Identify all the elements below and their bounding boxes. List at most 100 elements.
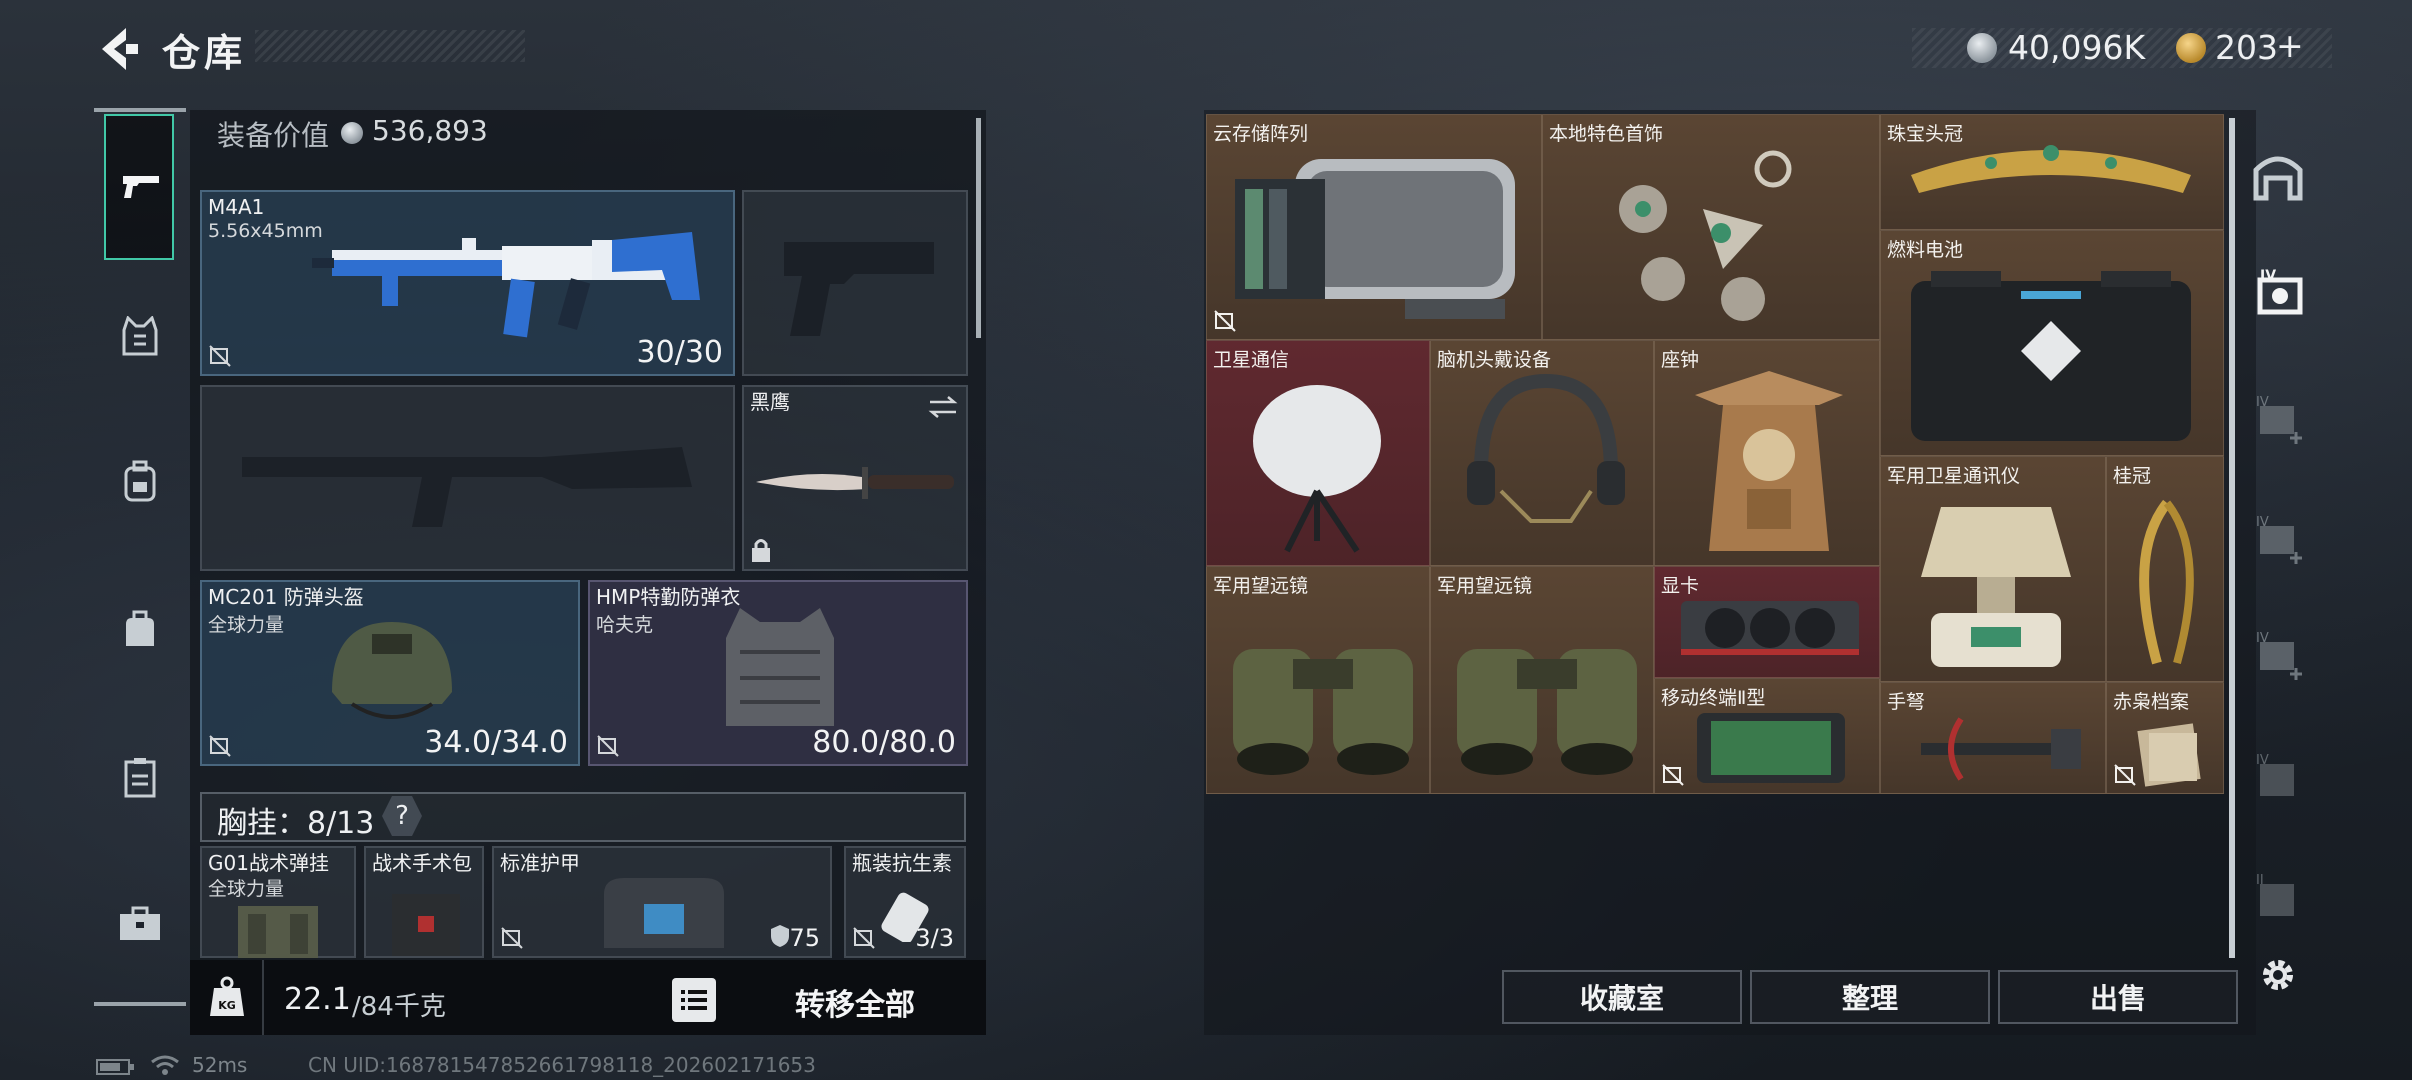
locked-stash-icon[interactable]: IV [2250, 750, 2306, 806]
item-name: 赤枭档案 [2113, 691, 2190, 713]
transfer-all-button[interactable]: 转移全部 [795, 980, 915, 1024]
stash-item[interactable]: 云存储阵列 [1206, 114, 1542, 340]
graphics-card-image [1681, 601, 1859, 655]
archive-documents-image [2137, 723, 2201, 787]
weight-divider [262, 960, 264, 1035]
item-name: 桂冠 [2113, 465, 2152, 487]
locker-icon[interactable] [122, 756, 158, 798]
stash-item[interactable]: 军用望远镜 [1430, 566, 1654, 794]
rig-item-brand: 全球力量 [208, 878, 285, 900]
fuel-cell-image [1911, 271, 2191, 441]
stash-item[interactable]: 珠宝头冠 [1880, 114, 2224, 230]
sort-button[interactable]: 整理 [1750, 970, 1990, 1024]
stash-scrollbar[interactable] [2229, 118, 2235, 958]
add-stash-icon[interactable]: IV [2250, 392, 2306, 448]
rig-item-name: 瓶装抗生素 [852, 851, 952, 875]
helmet-name: MC201 防弹头盔 [208, 585, 364, 609]
add-stash-icon[interactable]: IV [2250, 512, 2306, 568]
stash-item[interactable]: 手弩 [1880, 682, 2106, 794]
bag-icon[interactable] [120, 610, 160, 650]
armor-slot[interactable]: HMP特勤防弹衣 哈夫克 80.0/80.0 [588, 580, 968, 766]
rig-item-slot[interactable]: G01战术弹挂 全球力量 [200, 846, 356, 958]
item-name: 手弩 [1887, 691, 1926, 713]
rig-item-name: 标准护甲 [500, 851, 580, 875]
add-stash-icon[interactable]: IV [2250, 628, 2306, 684]
item-name: 显卡 [1661, 575, 1700, 597]
max-weight: /84千克 [352, 992, 446, 1022]
stash-item[interactable]: 显卡 [1654, 566, 1880, 678]
stash-item[interactable]: 移动终端Ⅱ型 [1654, 678, 1880, 794]
stash-item[interactable]: 军用望远镜 [1206, 566, 1430, 794]
stash-tier-4-icon[interactable]: IV [2250, 266, 2306, 322]
no-trade-icon [209, 345, 231, 367]
rig-item-name: 战术手术包 [372, 851, 472, 875]
svg-text:IV: IV [2260, 268, 2276, 284]
helmet-image [332, 622, 452, 719]
rig-item-slot[interactable]: 标准护甲 75 [492, 846, 832, 958]
rail-item-weapons[interactable] [104, 114, 174, 260]
collection-room-button[interactable]: 收藏室 [1502, 970, 1742, 1024]
rig-item-slot[interactable]: 瓶装抗生素 3/3 [844, 846, 966, 958]
add-currency-button[interactable]: + [2276, 26, 2304, 65]
rig-item-slot[interactable]: 战术手术包 [364, 846, 484, 958]
sell-button[interactable]: 出售 [1998, 970, 2238, 1024]
item-name: 军用望远镜 [1437, 575, 1533, 597]
stash-item[interactable]: 脑机头戴设备 [1430, 340, 1654, 566]
stash-item[interactable]: 本地特色首饰 [1542, 114, 1880, 340]
laurel-crown-image [2139, 499, 2194, 665]
no-trade-icon [597, 735, 619, 757]
vest-icon[interactable] [120, 316, 160, 358]
list-icon [681, 990, 707, 1010]
helmet-durability: 34.0/34.0 [424, 725, 568, 760]
stash-grid: 云存储阵列 本地特色首饰 珠宝头冠 燃料电池 卫星通信 脑机头戴设备 座钟 军用… [1206, 114, 2224, 794]
item-name: 本地特色首饰 [1549, 123, 1664, 145]
silver-coin-icon [341, 122, 363, 144]
back-arrow-icon[interactable] [96, 24, 140, 74]
gear-icon[interactable] [2258, 955, 2298, 995]
armor-brand: 哈夫克 [596, 614, 654, 636]
equipment-value-label: 装备价值 [217, 119, 330, 152]
toolbox-icon[interactable] [118, 906, 162, 942]
silver-coin-icon [1967, 33, 1997, 63]
svg-text:KG: KG [218, 999, 236, 1012]
warehouse-icon[interactable] [2250, 148, 2306, 204]
svg-text:II: II [2256, 873, 2264, 888]
pistol-silhouette-icon [784, 242, 934, 336]
satellite-dish-image [1253, 385, 1381, 553]
helmet-slot[interactable]: MC201 防弹头盔 全球力量 34.0/34.0 [200, 580, 580, 766]
jewelry-image [1619, 150, 1792, 321]
secondary-rifle-slot[interactable] [200, 385, 735, 571]
list-view-button[interactable] [672, 978, 716, 1022]
binoculars-image [1233, 649, 1413, 775]
secondary-weapon-slot[interactable] [742, 190, 968, 376]
no-trade-icon [1662, 764, 1684, 786]
backpack-icon[interactable] [120, 460, 160, 504]
surgery-kit-image [392, 894, 460, 956]
stash-item[interactable]: 座钟 [1654, 340, 1880, 566]
no-trade-icon [209, 735, 231, 757]
knife-image [756, 467, 954, 499]
item-name: 座钟 [1661, 349, 1700, 371]
helmet-brand: 全球力量 [208, 614, 285, 636]
chest-rig-image [238, 906, 318, 958]
gold-coin-icon [2176, 33, 2206, 63]
stash-item[interactable]: 赤枭档案 [2106, 682, 2224, 794]
melee-slot[interactable]: 黑鹰 [742, 385, 968, 571]
pistol-icon [123, 176, 159, 198]
swap-icon[interactable] [928, 395, 958, 419]
stash-item[interactable]: 军用卫星通讯仪 [1880, 456, 2106, 682]
shield-icon [771, 925, 789, 947]
stash-item[interactable]: 燃料电池 [1880, 230, 2224, 456]
rail-top-divider [94, 108, 186, 112]
locked-stash-icon[interactable]: II [2250, 870, 2306, 926]
item-name: 军用望远镜 [1213, 575, 1309, 597]
stash-item[interactable]: 桂冠 [2106, 456, 2224, 682]
stash-item[interactable]: 卫星通信 [1206, 340, 1430, 566]
sat-comm-device-image [1921, 507, 2071, 667]
primary-weapon-slot[interactable]: M4A1 5.56x45mm 30/30 [200, 190, 735, 376]
weapon-caliber: 5.56x45mm [208, 220, 323, 242]
item-name: 珠宝头冠 [1887, 123, 1964, 145]
mobile-terminal-image [1697, 713, 1845, 783]
item-name: 燃料电池 [1887, 239, 1964, 261]
equipment-scrollbar[interactable] [976, 118, 981, 338]
